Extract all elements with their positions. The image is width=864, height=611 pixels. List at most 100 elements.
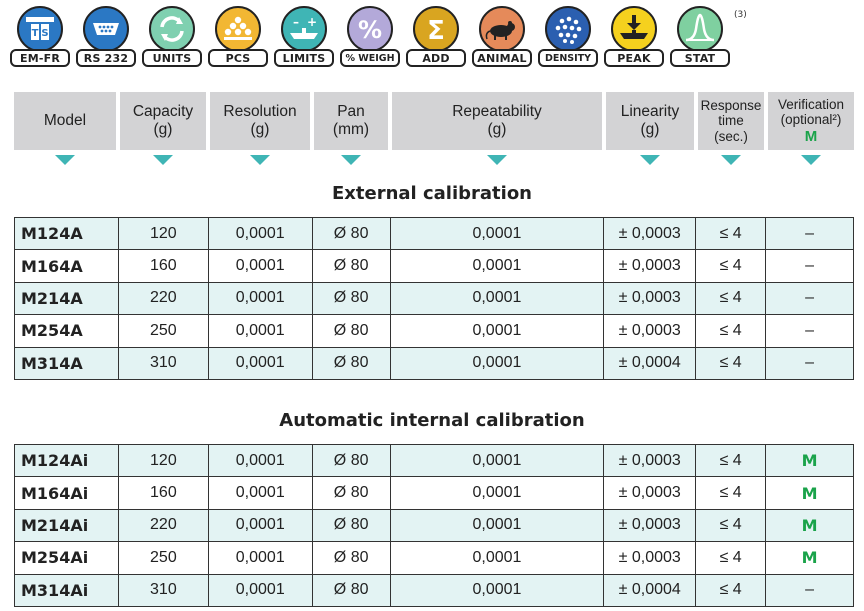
cell-response: ≤ 4 [695, 281, 767, 316]
header-verification: Verification (optional²) M [768, 92, 854, 150]
header-arrow-pan [341, 155, 361, 165]
header-arrow-verification [801, 155, 821, 165]
svg-text:+: + [307, 15, 317, 29]
cell-response: ≤ 4 [695, 443, 767, 478]
table-external-calibration: M124A 120 0,0001 Ø 80 0,0001 ± 0,0003 ≤ … [14, 216, 854, 380]
units-label: UNITS [142, 49, 202, 67]
cell-verification: M [765, 443, 854, 478]
cell-capacity: 160 [117, 476, 209, 510]
header-linearity-line2: (g) [640, 121, 660, 138]
cell-pan: Ø 80 [311, 508, 391, 543]
cell-capacity: 250 [117, 541, 209, 575]
cell-pan: Ø 80 [311, 443, 391, 478]
stat-label: STAT [670, 49, 730, 67]
cell-repeatability: 0,0001 [389, 314, 605, 348]
cell-pan: Ø 80 [311, 541, 391, 575]
header-arrow-resolution [250, 155, 270, 165]
cell-verification: – [765, 281, 854, 316]
header-capacity: Capacity (g) [120, 92, 206, 150]
animal-icon [479, 6, 525, 52]
table-row: M314Ai 310 0,0001 Ø 80 0,0001 ± 0,0004 ≤… [14, 573, 854, 607]
cell-resolution: 0,0001 [207, 281, 313, 316]
cell-model: M254A [14, 314, 119, 348]
table-row: M164A 160 0,0001 Ø 80 0,0001 ± 0,0003 ≤ … [14, 249, 854, 283]
feature-weigh-percent: % % WEIGH [340, 4, 400, 70]
cell-model: M164Ai [14, 476, 119, 510]
header-linearity: Linearity (g) [606, 92, 694, 150]
feature-density: DENSITY [538, 4, 598, 70]
cell-model: M314Ai [14, 573, 119, 607]
add-icon: Σ [413, 6, 459, 52]
cell-resolution: 0,0001 [207, 476, 313, 510]
cell-response: ≤ 4 [695, 541, 767, 575]
header-arrow-repeatability [487, 155, 507, 165]
rs232-icon [83, 6, 129, 52]
cell-linearity: ± 0,0003 [603, 476, 697, 510]
stat-icon [677, 6, 723, 52]
weigh-percent-label: % WEIGH [340, 49, 400, 67]
cell-linearity: ± 0,0003 [603, 216, 697, 251]
header-resolution-line1: Resolution [223, 103, 297, 121]
cell-capacity: 220 [117, 508, 209, 543]
cell-resolution: 0,0001 [207, 573, 313, 607]
cell-response: ≤ 4 [695, 314, 767, 348]
pcs-icon [215, 6, 261, 52]
cell-repeatability: 0,0001 [389, 508, 605, 543]
peak-label: PEAK [604, 49, 664, 67]
cell-verification: – [765, 249, 854, 283]
svg-text:Σ: Σ [427, 16, 445, 46]
feature-stat: STAT [670, 4, 730, 70]
em-fr-icon: T S [17, 6, 63, 52]
cell-model: M214Ai [14, 508, 119, 543]
pcs-label: PCS [208, 49, 268, 67]
table-internal-calibration: M124Ai 120 0,0001 Ø 80 0,0001 ± 0,0003 ≤… [14, 443, 854, 607]
cell-model: M214A [14, 281, 119, 316]
feature-icon-strip: T S EM-FR RS 232 UNITS PCS – + LIMITS % … [10, 4, 860, 70]
cell-repeatability: 0,0001 [389, 541, 605, 575]
header-verification-m-mark: M [804, 127, 818, 145]
cell-resolution: 0,0001 [207, 249, 313, 283]
table-row: M254Ai 250 0,0001 Ø 80 0,0001 ± 0,0003 ≤… [14, 541, 854, 575]
feature-pcs: PCS [208, 4, 268, 70]
header-arrow-response [721, 155, 741, 165]
cell-pan: Ø 80 [311, 281, 391, 316]
cell-repeatability: 0,0001 [389, 281, 605, 316]
cell-response: ≤ 4 [695, 508, 767, 543]
header-repeatability-line1: Repeatability [452, 103, 542, 121]
animal-label: ANIMAL [472, 49, 532, 67]
cell-pan: Ø 80 [311, 249, 391, 283]
em-fr-label: EM-FR [10, 49, 70, 67]
cell-pan: Ø 80 [311, 346, 391, 380]
cell-model: M254Ai [14, 541, 119, 575]
header-response-line3: (sec.) [714, 128, 748, 144]
header-resolution: Resolution (g) [210, 92, 310, 150]
table-row: M164Ai 160 0,0001 Ø 80 0,0001 ± 0,0003 ≤… [14, 476, 854, 510]
cell-verification: M [765, 508, 854, 543]
add-label: ADD [406, 49, 466, 67]
cell-repeatability: 0,0001 [389, 573, 605, 607]
cell-linearity: ± 0,0003 [603, 508, 697, 543]
cell-response: ≤ 4 [695, 346, 767, 380]
header-verification-line1: Verification [777, 96, 845, 112]
cell-response: ≤ 4 [695, 249, 767, 283]
cell-capacity: 120 [117, 216, 209, 251]
cell-capacity: 250 [117, 314, 209, 348]
header-capacity-line1: Capacity [132, 103, 194, 121]
cell-linearity: ± 0,0003 [603, 249, 697, 283]
cell-pan: Ø 80 [311, 476, 391, 510]
table-row: M254A 250 0,0001 Ø 80 0,0001 ± 0,0003 ≤ … [14, 314, 854, 348]
cell-model: M124A [14, 216, 119, 251]
feature-limits: – + LIMITS [274, 4, 334, 70]
svg-text:T: T [32, 28, 39, 39]
rs232-label: RS 232 [76, 49, 136, 67]
cell-linearity: ± 0,0003 [603, 541, 697, 575]
svg-text:S: S [41, 28, 48, 39]
header-capacity-line2: (g) [153, 121, 173, 138]
weigh-percent-icon: % [347, 6, 393, 52]
cell-pan: Ø 80 [311, 314, 391, 348]
density-icon [545, 6, 591, 52]
feature-animal: ANIMAL [472, 4, 532, 70]
header-pan: Pan (mm) [314, 92, 388, 150]
cell-verification: – [765, 216, 854, 251]
peak-icon [611, 6, 657, 52]
